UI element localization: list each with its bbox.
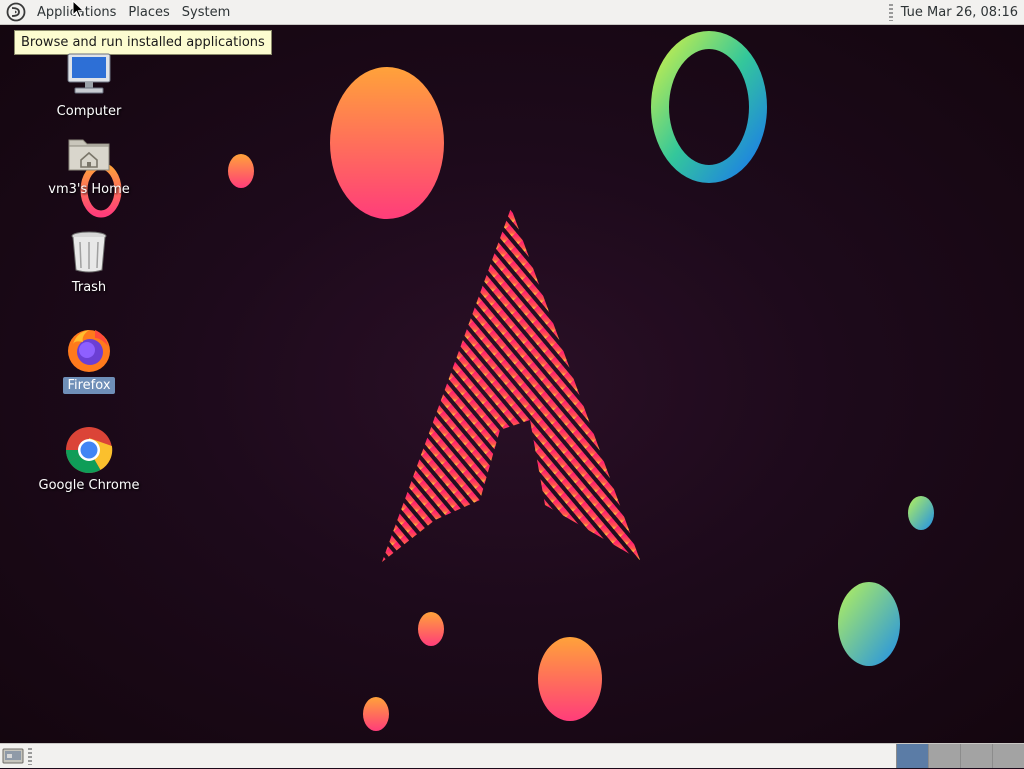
- desktop-wallpaper: [0, 25, 1024, 743]
- show-desktop-icon[interactable]: [2, 747, 24, 765]
- clock[interactable]: Tue Mar 26, 08:16: [901, 5, 1018, 20]
- panel-drag-handle[interactable]: [888, 3, 893, 21]
- desktop-icon-home[interactable]: vm3's Home: [34, 130, 144, 198]
- chrome-icon: [65, 426, 113, 474]
- wallpaper-art: [80, 31, 934, 731]
- mouse-pointer-icon: [72, 0, 85, 19]
- workspace-3[interactable]: [960, 744, 992, 768]
- home-folder-icon: [65, 130, 113, 178]
- computer-icon: [65, 52, 113, 100]
- desktop-icon-chrome[interactable]: Google Chrome: [34, 426, 144, 494]
- bottom-panel: [0, 743, 1024, 768]
- desktop-icon-label: Trash: [71, 280, 107, 295]
- workspace-switcher: [896, 744, 1024, 769]
- system-menu[interactable]: System: [176, 0, 236, 25]
- top-panel: Applications Places System Tue Mar 26, 0…: [0, 0, 1024, 25]
- desktop-icon-firefox[interactable]: Firefox: [34, 326, 144, 394]
- desktop-icon-label: Google Chrome: [38, 478, 140, 493]
- workspace-4[interactable]: [992, 744, 1024, 768]
- desktop-icon-label: vm3's Home: [48, 182, 130, 197]
- panel-drag-handle[interactable]: [28, 748, 32, 765]
- trash-icon: [65, 228, 113, 276]
- desktop-icon-label: Computer: [56, 104, 122, 119]
- desktop-icon-computer[interactable]: Computer: [34, 52, 144, 120]
- desktop-icon-label: Firefox: [63, 377, 115, 394]
- desktop-icon-trash[interactable]: Trash: [34, 228, 144, 296]
- mate-menu-icon[interactable]: [5, 1, 27, 23]
- panel-right-area: Tue Mar 26, 08:16: [888, 0, 1024, 25]
- workspace-1[interactable]: [896, 744, 928, 768]
- places-menu[interactable]: Places: [122, 0, 175, 25]
- workspace-2[interactable]: [928, 744, 960, 768]
- firefox-icon: [65, 326, 113, 374]
